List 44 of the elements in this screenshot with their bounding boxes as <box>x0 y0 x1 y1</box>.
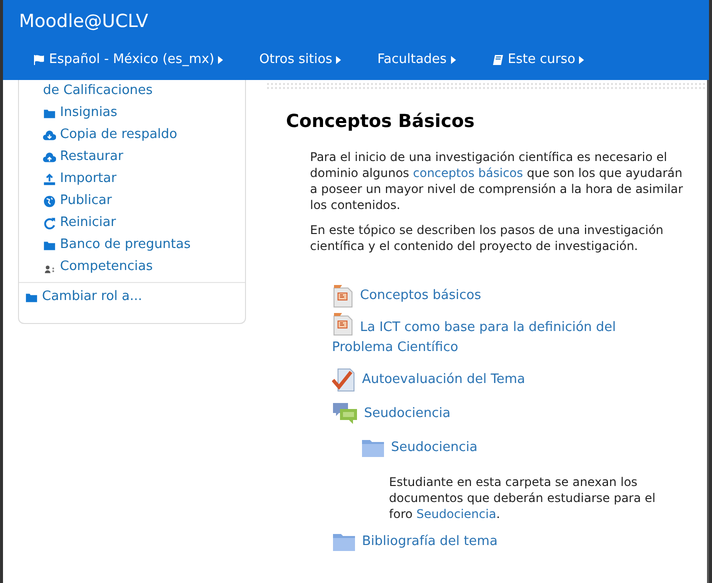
nav-menu-item[interactable]: Facultades <box>377 50 456 70</box>
upload-icon <box>43 172 56 186</box>
caret-icon <box>336 56 342 64</box>
nav-menu-item[interactable]: Español - México (es_mx) <box>33 50 224 70</box>
book-icon <box>492 54 504 66</box>
sidebar-item[interactable]: Cambiar rol a... <box>19 283 245 311</box>
chat-bubbles-icon <box>332 402 358 426</box>
activity-link[interactable]: Seudociencia <box>364 404 450 424</box>
activity-link[interactable]: La ICT como base para la definición del Problema Científico <box>332 318 642 358</box>
section-summary: En este tópico se describen los pasos de una investigación científica y el contenido del proyecto de investigación. <box>310 222 664 254</box>
activity-link[interactable]: Autoevaluación del Tema <box>362 370 526 390</box>
nav-menu-item[interactable]: Este curso <box>492 50 584 70</box>
folder-icon <box>332 532 356 552</box>
site-title[interactable]: Moodle@UCLV <box>19 8 148 34</box>
checkmark-document-icon <box>332 368 356 392</box>
sidebar-item[interactable]: Banco de preguntas <box>43 234 237 256</box>
refresh-icon <box>43 216 56 230</box>
sidebar-item[interactable]: Importar <box>43 168 237 190</box>
section-summary: Para el inicio de una investigación científica es necesario el dominio algunos conceptos básicos que son los que ayudarán a poseer un mayor nivel de comprensión a la hora de asimilar los contenidos. <box>310 149 684 213</box>
activity-link[interactable]: Bibliografía del tema <box>362 532 498 552</box>
globe-icon <box>43 194 56 208</box>
folder-description: Estudiante en esta carpeta se anexan los documentos que deberán estudiarse para el foro Seudociencia. <box>389 474 657 522</box>
sidebar-item[interactable]: Insignias <box>43 102 237 124</box>
sidebar-item[interactable]: Restaurar <box>43 146 237 168</box>
folder-icon <box>361 438 385 458</box>
presentation-file-icon <box>332 312 354 336</box>
sidebar-item[interactable]: Copia de respaldo <box>43 124 237 146</box>
presentation-file-icon <box>332 284 354 308</box>
flag-icon <box>33 54 45 66</box>
section-title: Conceptos Básicos <box>286 110 476 134</box>
sidebar-item[interactable]: de Calificaciones <box>43 80 237 102</box>
activity-link[interactable]: Seudociencia <box>391 438 478 458</box>
inline-link[interactable]: Seudociencia <box>416 507 496 521</box>
cloud-download-icon <box>43 128 56 142</box>
sidebar-item[interactable]: Publicar <box>43 190 237 212</box>
sidebar-item[interactable]: Reiniciar <box>43 212 237 234</box>
nav-menu-item[interactable]: Otros sitios <box>259 50 342 70</box>
cloud-upload-icon <box>43 150 56 164</box>
inline-link[interactable]: conceptos básicos <box>413 166 524 180</box>
activity-link[interactable]: Conceptos básicos <box>360 286 482 306</box>
caret-icon <box>450 56 456 64</box>
caret-icon <box>218 56 224 64</box>
caret-icon <box>579 56 584 64</box>
sidebar-item[interactable]: Competencias <box>43 256 237 278</box>
